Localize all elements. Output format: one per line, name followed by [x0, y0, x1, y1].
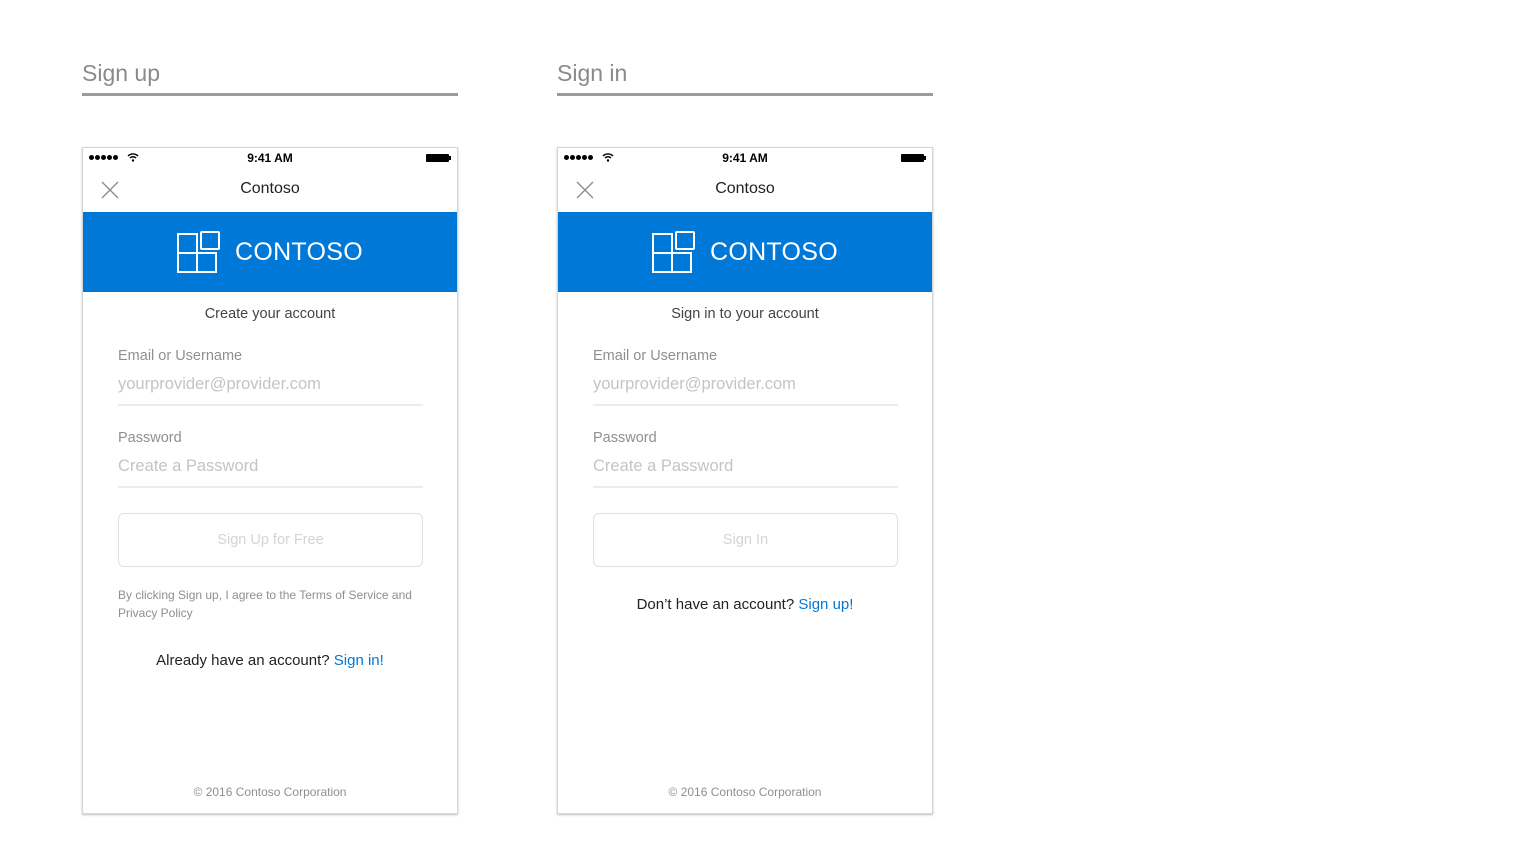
email-label: Email or Username	[593, 348, 718, 364]
section-title: Sign in	[557, 60, 628, 86]
email-input[interactable]	[593, 373, 898, 395]
contoso-logo-icon	[176, 231, 220, 273]
section-title: Sign up	[82, 60, 161, 86]
sign-in-prompt: Already have an account? Sign in!	[83, 652, 457, 669]
sign-up-link[interactable]: Sign up!	[798, 596, 853, 613]
password-field: Password	[593, 430, 898, 488]
status-time: 9:41 AM	[722, 151, 768, 165]
password-label: Password	[118, 430, 182, 446]
sign-up-phone-screen: 9:41 AM Contoso CONTOSO Create your acco…	[82, 147, 458, 814]
brand-banner: CONTOSO	[558, 212, 932, 292]
copyright-footer: © 2016 Contoso Corporation	[668, 785, 822, 799]
email-input[interactable]	[118, 373, 423, 395]
password-input[interactable]	[593, 455, 898, 477]
section-divider	[82, 93, 458, 96]
section-divider	[557, 93, 933, 96]
sign-in-prompt-text: Already have an account?	[156, 652, 330, 669]
battery-full-icon	[426, 154, 451, 162]
password-field: Password	[118, 430, 423, 488]
nav-title: Contoso	[715, 180, 775, 197]
contoso-logo-icon	[651, 231, 695, 273]
sign-in-phone-screen: 9:41 AM Contoso CONTOSO Sign in to your …	[557, 147, 933, 814]
sign-up-prompt-text: Don’t have an account?	[636, 596, 795, 613]
email-underline	[118, 404, 423, 406]
email-field: Email or Username	[118, 348, 423, 406]
form-subtitle: Sign in to your account	[671, 306, 819, 322]
form-subtitle: Create your account	[204, 306, 336, 322]
brand-name: CONTOSO	[709, 237, 839, 266]
brand-name: CONTOSO	[234, 237, 364, 266]
email-underline	[593, 404, 898, 406]
status-bar: 9:41 AM	[558, 148, 932, 168]
password-underline	[118, 486, 423, 488]
sign-up-prompt: Don’t have an account? Sign up!	[558, 596, 932, 613]
sign-in-button[interactable]: Sign In	[593, 513, 898, 567]
password-input[interactable]	[118, 455, 423, 477]
sign-in-link[interactable]: Sign in!	[334, 652, 384, 669]
brand-banner: CONTOSO	[83, 212, 457, 292]
terms-text: By clicking Sign up, I agree to the Term…	[118, 588, 412, 620]
email-label: Email or Username	[118, 348, 243, 364]
battery-full-icon	[901, 154, 926, 162]
nav-bar: Contoso	[83, 168, 457, 212]
sign-up-button[interactable]: Sign Up for Free	[118, 513, 423, 567]
email-field: Email or Username	[593, 348, 898, 406]
password-underline	[593, 486, 898, 488]
copyright-footer: © 2016 Contoso Corporation	[193, 785, 347, 799]
status-bar: 9:41 AM	[83, 148, 457, 168]
nav-title: Contoso	[240, 180, 300, 197]
status-time: 9:41 AM	[247, 151, 293, 165]
nav-bar: Contoso	[558, 168, 932, 212]
password-label: Password	[593, 430, 657, 446]
